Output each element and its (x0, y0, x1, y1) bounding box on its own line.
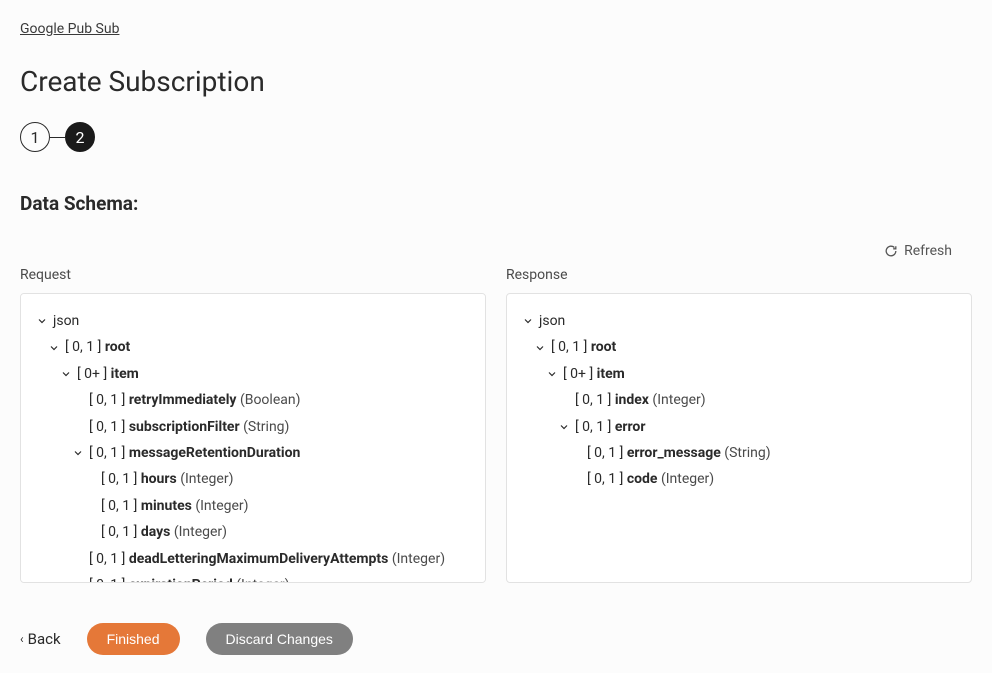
tree-node[interactable]: [ 0, 1 ] root (517, 334, 961, 360)
step-2[interactable]: 2 (65, 122, 95, 152)
chevron-down-icon[interactable] (55, 369, 77, 379)
tree-node[interactable]: [ 0, 1 ] code (Integer) (517, 466, 961, 492)
section-title: Data Schema: (20, 192, 972, 215)
step-1[interactable]: 1 (20, 122, 50, 152)
tree-node[interactable]: [ 0+ ] item (517, 361, 961, 387)
step-connector (50, 137, 65, 138)
tree-node[interactable]: [ 0, 1 ] days (Integer) (31, 519, 475, 545)
tree-node[interactable]: json (517, 308, 961, 334)
chevron-down-icon[interactable] (67, 448, 89, 458)
request-panel[interactable]: json [ 0, 1 ] root [ 0+ ] item [ 0, 1 ] ret… (20, 293, 486, 583)
tree-node-label: [ 0, 1 ] root (65, 336, 130, 358)
tree-node-label: [ 0, 1 ] index (Integer) (575, 389, 706, 411)
discard-button[interactable]: Discard Changes (206, 623, 353, 655)
chevron-down-icon[interactable] (529, 343, 551, 353)
chevron-down-icon[interactable] (541, 369, 563, 379)
tree-node-label: [ 0, 1 ] minutes (Integer) (101, 495, 249, 517)
tree-node-label: [ 0+ ] item (77, 363, 139, 385)
chevron-left-icon: ‹ (20, 632, 24, 646)
tree-node[interactable]: [ 0, 1 ] index (Integer) (517, 387, 961, 413)
request-label: Request (20, 267, 486, 283)
refresh-button[interactable]: Refresh (884, 243, 952, 259)
page-title: Create Subscription (20, 65, 972, 98)
tree-node-label: [ 0, 1 ] deadLetteringMaximumDeliveryAtt… (89, 548, 445, 570)
tree-node[interactable]: [ 0, 1 ] hours (Integer) (31, 466, 475, 492)
tree-node-label: [ 0, 1 ] expirationPeriod (Integer) (89, 574, 290, 583)
tree-node-label: [ 0, 1 ] subscriptionFilter (String) (89, 416, 289, 438)
tree-node[interactable]: [ 0+ ] item (31, 361, 475, 387)
chevron-down-icon[interactable] (43, 343, 65, 353)
tree-node-label: [ 0, 1 ] messageRetentionDuration (89, 442, 300, 464)
finished-button[interactable]: Finished (87, 623, 180, 655)
tree-node-label: json (539, 310, 565, 332)
tree-node[interactable]: json (31, 308, 475, 334)
response-panel[interactable]: json [ 0, 1 ] root [ 0+ ] item [ 0, 1 ] ind… (506, 293, 972, 583)
tree-node[interactable]: [ 0, 1 ] subscriptionFilter (String) (31, 414, 475, 440)
tree-node-label: [ 0, 1 ] code (Integer) (587, 468, 714, 490)
tree-node[interactable]: [ 0, 1 ] root (31, 334, 475, 360)
back-button[interactable]: ‹ Back (20, 630, 61, 648)
tree-node[interactable]: [ 0, 1 ] minutes (Integer) (31, 493, 475, 519)
chevron-down-icon[interactable] (31, 316, 53, 326)
tree-node[interactable]: [ 0, 1 ] deadLetteringMaximumDeliveryAtt… (31, 546, 475, 572)
tree-node-label: [ 0, 1 ] hours (Integer) (101, 468, 233, 490)
tree-node[interactable]: [ 0, 1 ] error_message (String) (517, 440, 961, 466)
tree-node-label: [ 0, 1 ] root (551, 336, 616, 358)
tree-node-label: json (53, 310, 79, 332)
chevron-down-icon[interactable] (553, 422, 575, 432)
stepper: 1 2 (20, 122, 972, 152)
tree-node[interactable]: [ 0, 1 ] retryImmediately (Boolean) (31, 387, 475, 413)
back-label: Back (28, 630, 61, 648)
tree-node-label: [ 0, 1 ] days (Integer) (101, 521, 227, 543)
refresh-icon (884, 244, 898, 258)
tree-node[interactable]: [ 0, 1 ] error (517, 414, 961, 440)
chevron-down-icon[interactable] (517, 316, 539, 326)
tree-node-label: [ 0, 1 ] error_message (String) (587, 442, 771, 464)
refresh-label: Refresh (904, 243, 952, 259)
tree-node-label: [ 0, 1 ] retryImmediately (Boolean) (89, 389, 300, 411)
response-label: Response (506, 267, 972, 283)
tree-node[interactable]: [ 0, 1 ] messageRetentionDuration (31, 440, 475, 466)
tree-node[interactable]: [ 0, 1 ] expirationPeriod (Integer) (31, 572, 475, 583)
tree-node-label: [ 0, 1 ] error (575, 416, 645, 438)
tree-node-label: [ 0+ ] item (563, 363, 625, 385)
breadcrumb-link[interactable]: Google Pub Sub (20, 21, 119, 37)
